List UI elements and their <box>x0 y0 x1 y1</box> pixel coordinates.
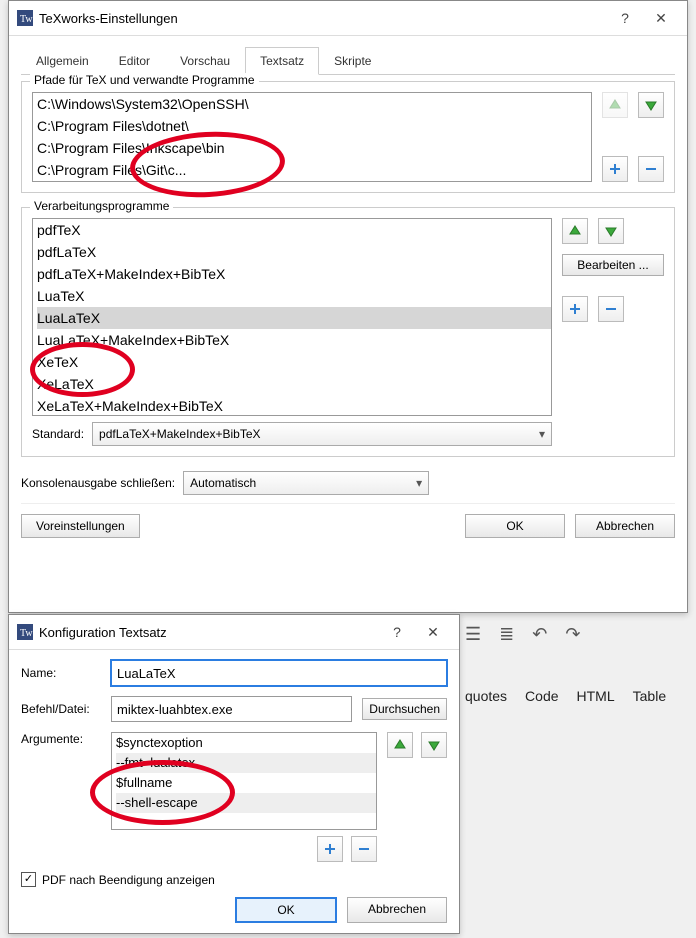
console-close-label: Konsolenausgabe schließen: <box>21 476 175 490</box>
tools-item[interactable]: LuaTeX <box>37 285 551 307</box>
standard-label: Standard: <box>32 427 84 441</box>
background-editor-toolbar: ☰ ≣ ↶ ↷ <box>465 624 696 645</box>
defaults-button[interactable]: Voreinstellungen <box>21 514 140 538</box>
arg-item[interactable]: --shell-escape <box>116 793 376 813</box>
name-input[interactable] <box>111 660 447 686</box>
bg-item-table[interactable]: Table <box>633 688 666 704</box>
args-move-down-button[interactable] <box>421 732 447 758</box>
undo-icon[interactable]: ↶ <box>532 624 547 645</box>
tools-item[interactable]: pdfLaTeX+MakeIndex+BibTeX <box>37 263 551 285</box>
background-editor-toolbar-row2: quotes Code HTML Table <box>465 688 696 704</box>
args-remove-button[interactable] <box>351 836 377 862</box>
standard-value: pdfLaTeX+MakeIndex+BibTeX <box>99 427 260 441</box>
console-close-value: Automatisch <box>190 476 256 490</box>
arg-item[interactable]: $fullname <box>116 773 376 793</box>
paths-item[interactable]: C:\Program Files\Git\c... <box>37 159 591 181</box>
app-icon: Tw <box>17 624 33 640</box>
tabbar: Allgemein Editor Vorschau Textsatz Skrip… <box>21 46 675 75</box>
group-paths: Pfade für TeX und verwandte Programme C:… <box>21 81 675 193</box>
tools-item[interactable]: XeLaTeX <box>37 373 551 395</box>
help-button[interactable]: ? <box>607 6 643 30</box>
tools-item[interactable]: pdfLaTeX <box>37 241 551 263</box>
config-help-button[interactable]: ? <box>379 620 415 644</box>
config-window: Tw Konfiguration Textsatz ? ✕ Name: Befe… <box>8 614 460 934</box>
paths-item[interactable]: C:\Program Files\dotnet\ <box>37 115 591 137</box>
tools-item-selected[interactable]: LuaLaTeX <box>37 307 551 329</box>
settings-titlebar: Tw TeXworks-Einstellungen ? ✕ <box>9 1 687 36</box>
config-close-button[interactable]: ✕ <box>415 620 451 644</box>
settings-window: Tw TeXworks-Einstellungen ? ✕ Allgemein … <box>8 0 688 613</box>
group-paths-label: Pfade für TeX und verwandte Programme <box>30 73 259 87</box>
command-label: Befehl/Datei: <box>21 702 101 716</box>
checkbox-icon: ✓ <box>21 872 36 887</box>
close-button[interactable]: ✕ <box>643 6 679 30</box>
app-icon: Tw <box>17 10 33 26</box>
arguments-list[interactable]: $synctexoption --fmt=lualatex $fullname … <box>111 732 377 830</box>
group-tools-label: Verarbeitungsprogramme <box>30 199 173 213</box>
list-icon[interactable]: ☰ <box>465 624 481 645</box>
name-label: Name: <box>21 666 101 680</box>
arg-item[interactable]: $synctexoption <box>116 733 376 753</box>
tools-item[interactable]: LuaLaTeX+MakeIndex+BibTeX <box>37 329 551 351</box>
settings-title: TeXworks-Einstellungen <box>33 11 607 26</box>
tools-remove-button[interactable] <box>598 296 624 322</box>
tools-item[interactable]: pdfTeX <box>37 219 551 241</box>
config-title: Konfiguration Textsatz <box>33 625 379 640</box>
paths-item[interactable]: C:\Windows\System32\OpenSSH\ <box>37 93 591 115</box>
bg-item-code[interactable]: Code <box>525 688 558 704</box>
cancel-button[interactable]: Abbrechen <box>575 514 675 538</box>
args-move-up-button[interactable] <box>387 732 413 758</box>
tab-textsatz[interactable]: Textsatz <box>245 47 319 75</box>
tools-move-down-button[interactable] <box>598 218 624 244</box>
tab-allgemein[interactable]: Allgemein <box>21 47 104 75</box>
config-cancel-button[interactable]: Abbrechen <box>347 897 447 923</box>
ok-button[interactable]: OK <box>465 514 565 538</box>
svg-text:Tw: Tw <box>20 628 33 639</box>
align-icon[interactable]: ≣ <box>499 624 514 645</box>
redo-icon[interactable]: ↷ <box>565 624 580 645</box>
paths-move-down-button[interactable] <box>638 92 664 118</box>
args-add-button[interactable] <box>317 836 343 862</box>
paths-list[interactable]: C:\Windows\System32\OpenSSH\ C:\Program … <box>32 92 592 182</box>
group-tools: Verarbeitungsprogramme pdfTeX pdfLaTeX p… <box>21 207 675 457</box>
arguments-label: Argumente: <box>21 732 101 746</box>
svg-text:Tw: Tw <box>20 14 33 25</box>
bg-item-html[interactable]: HTML <box>577 688 615 704</box>
pdf-after-completion-checkbox[interactable]: ✓ PDF nach Beendigung anzeigen <box>21 872 447 887</box>
tab-editor[interactable]: Editor <box>104 47 165 75</box>
config-titlebar: Tw Konfiguration Textsatz ? ✕ <box>9 615 459 650</box>
edit-button[interactable]: Bearbeiten ... <box>562 254 664 276</box>
paths-move-up-button[interactable] <box>602 92 628 118</box>
browse-button[interactable]: Durchsuchen <box>362 698 447 720</box>
config-ok-button[interactable]: OK <box>235 897 337 923</box>
paths-item[interactable]: C:\Program Files\Inkscape\bin <box>37 137 591 159</box>
tab-vorschau[interactable]: Vorschau <box>165 47 245 75</box>
paths-remove-button[interactable] <box>638 156 664 182</box>
tools-item[interactable]: XeLaTeX+MakeIndex+BibTeX <box>37 395 551 416</box>
standard-select[interactable]: pdfLaTeX+MakeIndex+BibTeX <box>92 422 552 446</box>
bg-item-quotes[interactable]: quotes <box>465 688 507 704</box>
tools-move-up-button[interactable] <box>562 218 588 244</box>
tools-add-button[interactable] <box>562 296 588 322</box>
console-close-select[interactable]: Automatisch <box>183 471 429 495</box>
command-input[interactable] <box>111 696 352 722</box>
arg-item[interactable]: --fmt=lualatex <box>116 753 376 773</box>
tools-item[interactable]: XeTeX <box>37 351 551 373</box>
tab-skripte[interactable]: Skripte <box>319 47 386 75</box>
pdf-after-completion-label: PDF nach Beendigung anzeigen <box>42 873 215 887</box>
tools-list[interactable]: pdfTeX pdfLaTeX pdfLaTeX+MakeIndex+BibTe… <box>32 218 552 416</box>
paths-add-button[interactable] <box>602 156 628 182</box>
